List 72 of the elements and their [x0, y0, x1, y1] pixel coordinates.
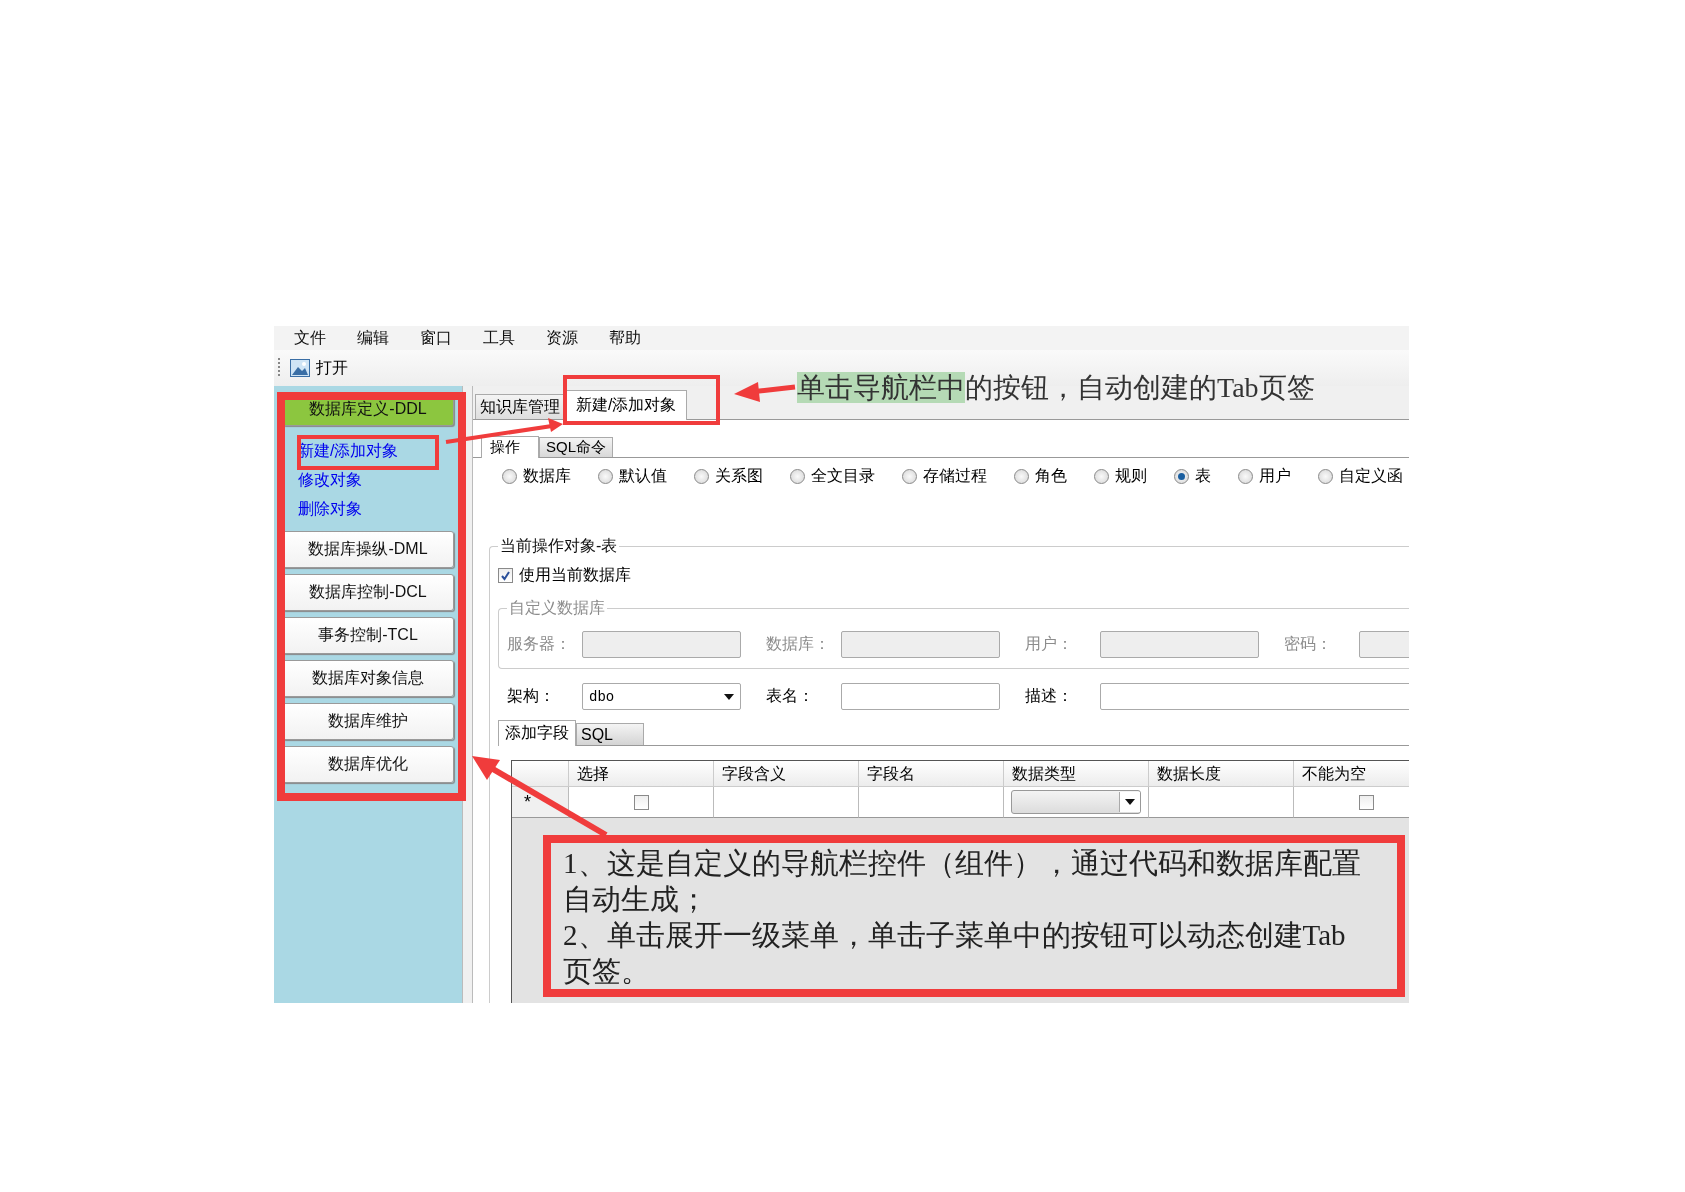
menu-item[interactable]: 文件 [294, 327, 357, 349]
caret-icon [1125, 799, 1135, 805]
tab[interactable]: 知识库管理 [475, 394, 565, 419]
radio-button[interactable] [902, 469, 917, 484]
column-header: 数据类型 [1004, 761, 1149, 787]
checkbox[interactable] [633, 794, 649, 810]
tab[interactable]: SQL命令 [539, 437, 613, 457]
menu-item[interactable]: 帮助 [609, 327, 672, 349]
caret-icon [724, 693, 734, 700]
field-label: 表名： [766, 686, 815, 706]
nav-submenu-link[interactable]: 修改对象 [282, 465, 454, 494]
radio-label: 关系图 [715, 466, 763, 486]
radio-button[interactable] [1238, 469, 1253, 484]
checkbox-label: 使用当前数据库 [519, 565, 631, 585]
data-type-dropdown[interactable] [1011, 790, 1141, 814]
menu-item[interactable]: 窗口 [420, 327, 483, 349]
checkbox[interactable] [498, 568, 513, 583]
radio-button[interactable] [1014, 469, 1029, 484]
input-field[interactable] [1100, 683, 1409, 710]
tab[interactable]: 添加字段 [498, 720, 576, 746]
arrow [734, 382, 796, 402]
radio-label: 数据库 [523, 466, 571, 486]
radio-label: 规则 [1115, 466, 1147, 486]
group-title: 当前操作对象-表 [499, 536, 619, 556]
checkbox[interactable] [1358, 794, 1374, 810]
radio-button[interactable] [1318, 469, 1333, 484]
tab[interactable]: 操作 [481, 436, 539, 458]
column-header: 字段名 [859, 761, 1004, 787]
annotation-text: 2、单击展开一级菜单，单击子菜单中的按钮可以动态创建Tab页签。 [563, 918, 1347, 989]
radio-button[interactable] [1094, 469, 1109, 484]
nav-menu-button[interactable]: 数据库维护 [282, 703, 454, 740]
field-label: 架构： [507, 686, 556, 706]
radio-label: 存储过程 [923, 466, 987, 486]
open-button[interactable]: 打开 [286, 355, 352, 381]
radio-label: 默认值 [619, 466, 667, 486]
radio-label: 角色 [1035, 466, 1067, 486]
column-header: 数据长度 [1149, 761, 1294, 787]
radio-button[interactable] [790, 469, 805, 484]
group-title: 自定义数据库 [508, 598, 606, 618]
field-label: 数据库： [766, 634, 831, 654]
grid-corner-cell [512, 761, 569, 787]
field-label: 用户： [1025, 634, 1074, 654]
nav-menu-button[interactable]: 数据库控制-DCL [282, 574, 454, 611]
nav-menu-button[interactable]: 数据库优化 [282, 746, 454, 783]
radio-button[interactable] [598, 469, 613, 484]
schema-dropdown[interactable]: dbo [582, 683, 741, 710]
nav-menu-button[interactable]: 数据库操纵-DML [282, 531, 454, 568]
tab[interactable]: 新建/添加对象 [565, 390, 688, 420]
field-label: 密码： [1284, 634, 1333, 654]
annotation-text: 单击导航栏中的按钮，自动创建的Tab页签 [797, 371, 1315, 405]
input-field[interactable] [841, 683, 1000, 710]
annotation-text: 1、这是自定义的导航栏控件（组件），通过代码和数据库配置自动生成； [563, 846, 1362, 917]
tab[interactable]: SQL [576, 723, 644, 745]
radio-label: 表 [1195, 466, 1211, 486]
radio-label: 全文目录 [811, 466, 875, 486]
field-label: 服务器： [507, 634, 572, 654]
radio-button[interactable] [502, 469, 517, 484]
column-header: 字段含义 [714, 761, 859, 787]
radio-label: 用户 [1259, 466, 1291, 486]
nav-menu-button[interactable]: 数据库对象信息 [282, 660, 454, 697]
radio-button[interactable] [1174, 469, 1189, 484]
field-label: 描述： [1025, 686, 1074, 706]
menu-item[interactable]: 编辑 [357, 327, 420, 349]
column-header: 选择 [569, 761, 714, 787]
radio-button[interactable] [694, 469, 709, 484]
column-header: 不能为空 [1294, 761, 1409, 787]
radio-label: 自定义函 [1339, 466, 1403, 486]
nav-submenu-link[interactable]: 删除对象 [282, 494, 454, 523]
picture-icon [290, 359, 310, 377]
nav-menu-button[interactable]: 事务控制-TCL [282, 617, 454, 654]
menu-item[interactable]: 工具 [483, 327, 546, 349]
menu-item[interactable]: 资源 [546, 327, 609, 349]
